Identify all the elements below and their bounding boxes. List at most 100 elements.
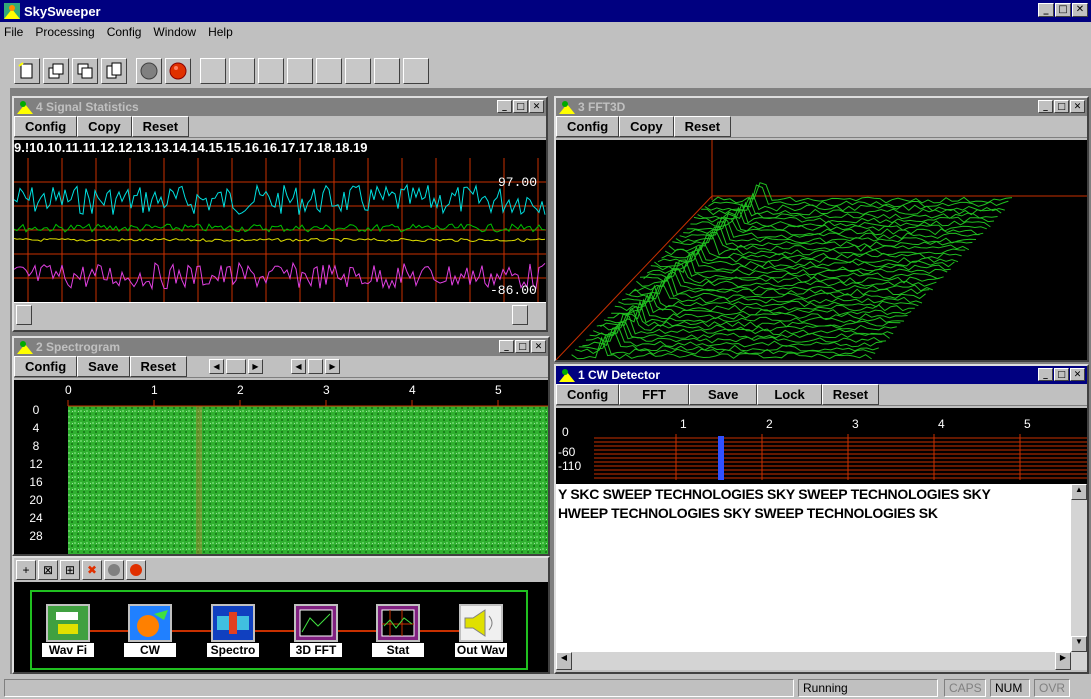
toolbar-slot-3[interactable] <box>258 58 284 84</box>
menu-file[interactable]: File <box>4 25 23 39</box>
maximize-button[interactable]: □ <box>513 100 528 113</box>
maximize-button[interactable]: □ <box>515 340 530 353</box>
toolbar-slot-4[interactable] <box>287 58 313 84</box>
flow-module-3d-fft[interactable]: 3D FFT <box>290 604 342 662</box>
y-tick-label: 4 <box>33 421 40 435</box>
reset-button[interactable]: Reset <box>673 116 732 137</box>
reset-button[interactable]: Reset <box>129 356 187 377</box>
close-button[interactable]: ✕ <box>1070 100 1085 113</box>
config-button[interactable]: Config <box>556 116 620 137</box>
zoom-left-button[interactable]: ◀ <box>290 359 306 374</box>
toolbar-slot-6[interactable] <box>345 58 371 84</box>
maximize-button[interactable]: □ <box>1054 100 1069 113</box>
scroll-up-button[interactable]: ▲ <box>1071 484 1087 500</box>
zoom-thumb[interactable] <box>307 359 323 374</box>
x-tick-label: 2 <box>766 417 773 431</box>
menu-processing[interactable]: Processing <box>35 25 94 39</box>
minimize-button[interactable]: _ <box>1038 368 1053 381</box>
horizontal-scrollbar[interactable] <box>14 302 546 326</box>
x-tick-label: 4 <box>409 383 416 397</box>
x-tick-label: 5 <box>495 383 502 397</box>
window-titlebar: 3 FFT3D _ □ ✕ <box>556 98 1087 116</box>
floppy-disk-icon <box>51 609 85 637</box>
save-button[interactable]: Save <box>688 384 758 405</box>
menu-help[interactable]: Help <box>208 25 233 39</box>
zoom-right-button[interactable]: ▶ <box>324 359 340 374</box>
flow-module-wav-file[interactable]: Wav Fi <box>42 604 94 662</box>
toolbar-slot-1[interactable] <box>200 58 226 84</box>
maximize-button[interactable]: □ <box>1054 368 1069 381</box>
vertical-scrollbar[interactable]: ▲ ▼ <box>1071 484 1087 652</box>
delete-button[interactable]: ✖ <box>82 560 102 580</box>
config-button[interactable]: Config <box>556 384 620 405</box>
stop-button[interactable] <box>136 58 162 84</box>
fft-button[interactable]: FFT <box>619 384 689 405</box>
copy-button[interactable] <box>72 58 98 84</box>
flow-module-cw[interactable]: CW <box>124 604 176 662</box>
add-module-button[interactable]: + <box>16 560 36 580</box>
record-circle-icon <box>130 564 142 576</box>
close-button[interactable]: ✕ <box>531 340 546 353</box>
window-icon <box>17 101 33 114</box>
insert-button[interactable]: ⊞ <box>60 560 80 580</box>
toolbar-slot-8[interactable] <box>403 58 429 84</box>
scroll-thumb[interactable] <box>225 359 246 374</box>
reset-button[interactable]: Reset <box>131 116 190 137</box>
save-button[interactable]: Save <box>77 356 130 377</box>
minimize-button[interactable]: _ <box>499 340 514 353</box>
menu-config[interactable]: Config <box>107 25 142 39</box>
flow-module-spectrogram[interactable]: Spectro <box>207 604 259 662</box>
run-button[interactable] <box>165 58 191 84</box>
app-title: SkySweeper <box>24 3 101 19</box>
stop-circle-icon <box>108 564 120 576</box>
toolbar-slot-2[interactable] <box>229 58 255 84</box>
run-button[interactable] <box>126 560 146 580</box>
link-button[interactable]: ⊠ <box>38 560 58 580</box>
scroll-right-button[interactable]: ▶ <box>1055 652 1071 670</box>
menu-window[interactable]: Window <box>153 25 196 39</box>
decoded-text-area[interactable]: Y SKC SWEEP TECHNOLOGIES SKY SWEEP TECHN… <box>556 484 1071 652</box>
time-axis-labels: 9.!10.10.11.11.12.12.13.13.14.14.15.15.1… <box>14 140 546 158</box>
minimize-button[interactable]: _ <box>497 100 512 113</box>
reset-button[interactable]: Reset <box>821 384 880 405</box>
flow-module-out-wav[interactable]: Out Wav <box>455 604 507 662</box>
window-title: 2 Spectrogram <box>36 340 121 354</box>
minimize-button[interactable]: _ <box>1038 3 1054 17</box>
paste-button[interactable] <box>101 58 127 84</box>
close-button[interactable]: ✕ <box>1070 368 1085 381</box>
config-button[interactable]: Config <box>14 116 78 137</box>
window-toolbar: Config Copy Reset <box>14 116 546 138</box>
x-tick-label: 3 <box>852 417 859 431</box>
config-button[interactable]: Config <box>14 356 78 377</box>
y-tick-label: 20 <box>29 493 43 507</box>
window-title: 1 CW Detector <box>578 368 661 382</box>
toolbar-slot-7[interactable] <box>374 58 400 84</box>
status-state: Running <box>798 679 938 697</box>
copy-button[interactable]: Copy <box>77 116 132 137</box>
window-icon <box>559 369 575 382</box>
minimize-button[interactable]: _ <box>1038 100 1053 113</box>
scroll-left-button[interactable]: ◀ <box>556 652 572 670</box>
flow-module-stat[interactable]: Stat <box>372 604 424 662</box>
window-titlebar: 2 Spectrogram _ □ ✕ <box>14 338 548 356</box>
y-tick-label: 16 <box>29 475 43 489</box>
scroll-down-button[interactable]: ▼ <box>1071 636 1087 652</box>
signal-statistics-window: 4 Signal Statistics _ □ ✕ Config Copy Rese… <box>12 96 548 332</box>
flow-toolbar: + ⊠ ⊞ ✖ <box>14 558 548 580</box>
toolbar-slot-5[interactable] <box>316 58 342 84</box>
maximize-button[interactable]: □ <box>1055 3 1071 17</box>
horizontal-scrollbar[interactable]: ◀ ▶ <box>556 652 1087 670</box>
stop-button[interactable] <box>104 560 124 580</box>
new-doc-icon <box>18 62 33 79</box>
close-button[interactable]: ✕ <box>1072 3 1088 17</box>
window-toolbar: Config Save Reset ◀ ▶ ◀ ▶ <box>14 356 548 378</box>
copy-button[interactable]: Copy <box>619 116 674 137</box>
open-button[interactable] <box>43 58 69 84</box>
status-message <box>4 679 794 697</box>
new-button[interactable] <box>14 58 40 84</box>
scroll-right-button[interactable]: ▶ <box>247 359 263 374</box>
scroll-left-button[interactable]: ◀ <box>208 359 224 374</box>
lock-button[interactable]: Lock <box>757 384 822 405</box>
window-toolbar: Config FFT Save Lock Reset <box>556 384 1087 406</box>
close-button[interactable]: ✕ <box>529 100 544 113</box>
